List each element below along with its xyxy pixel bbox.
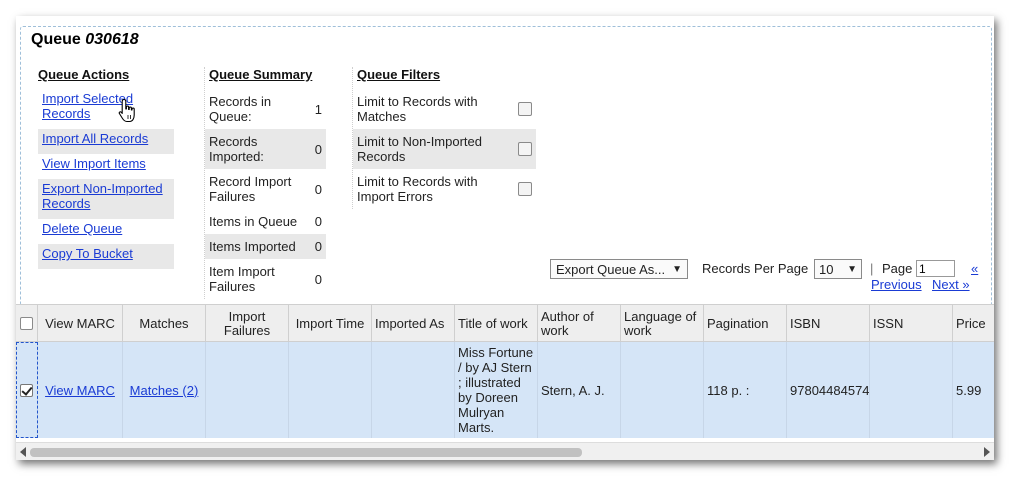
pagination-cell: 118 p. :	[704, 342, 787, 438]
column-header[interactable]: ISSN	[870, 305, 953, 342]
next-page-link[interactable]: Next »	[932, 277, 970, 292]
queue-summary-heading: Queue Summary	[209, 67, 313, 82]
summary-row: Records in Queue: 1	[205, 89, 326, 129]
horizontal-scrollbar[interactable]	[16, 442, 994, 460]
author-cell: Stern, A. J.	[538, 342, 621, 438]
filter-label: Limit to Records with Matches	[357, 94, 478, 124]
column-header[interactable]: Import Time	[289, 305, 372, 342]
summary-value: 0	[314, 141, 322, 157]
filter-label: Limit to Records with Import Errors	[357, 174, 478, 204]
export-queue-select[interactable]: Export Queue As... ▼	[550, 259, 688, 279]
hand-cursor-icon	[118, 98, 135, 123]
filter-non-imported-checkbox[interactable]	[518, 142, 532, 156]
chevron-down-icon: ▼	[847, 263, 857, 275]
import-failures-cell	[206, 342, 289, 438]
import-time-cell	[289, 342, 372, 438]
column-header[interactable]: Author of work	[538, 305, 621, 342]
summary-row: Item Import Failures 0	[205, 259, 326, 299]
row-focus-outline	[16, 342, 38, 438]
column-header[interactable]: Title of work	[455, 305, 538, 342]
language-cell	[621, 342, 704, 438]
price-cell: 5.99	[956, 382, 982, 398]
summary-label: Record Import Failures	[209, 174, 292, 204]
column-header[interactable]: Imported As	[372, 305, 455, 342]
grid-header: View MARC Matches Import Failures Import…	[16, 304, 994, 342]
summary-value: 0	[314, 181, 322, 197]
summary-value: 1	[314, 101, 322, 117]
separator: |	[870, 261, 874, 276]
summary-row: Records Imported: 0	[205, 129, 326, 169]
first-page-link[interactable]: «	[971, 261, 978, 276]
queue-actions-heading: Queue Actions	[38, 67, 130, 82]
summary-value: 0	[314, 239, 322, 254]
summary-value: 0	[314, 214, 322, 229]
import-all-link[interactable]: Import All Records	[38, 129, 174, 154]
title-cell: Miss Fortune / by AJ Stern ; illustrated…	[455, 342, 538, 438]
column-header[interactable]: ISBN	[787, 305, 870, 342]
column-header[interactable]: Matches	[123, 305, 206, 342]
column-header[interactable]: Language of work	[621, 305, 704, 342]
filter-row: Limit to Non-Imported Records	[353, 129, 536, 169]
summary-row: Items in Queue 0	[205, 209, 326, 234]
select-all-checkbox[interactable]	[20, 317, 33, 330]
column-header[interactable]: Price	[953, 305, 994, 342]
title-prefix: Queue	[31, 31, 81, 48]
queue-window: Queue 030618 Queue Actions Import Select…	[16, 16, 994, 460]
column-header[interactable]: View MARC	[38, 305, 123, 342]
scrollbar-thumb[interactable]	[30, 448, 582, 457]
queue-name: 030618	[85, 31, 139, 48]
summary-value: 0	[314, 271, 322, 287]
filter-label: Limit to Non-Imported Records	[357, 134, 482, 164]
page-label: Page	[882, 261, 913, 276]
scroll-right-icon[interactable]	[984, 447, 990, 457]
queue-filters-heading: Queue Filters	[357, 67, 441, 82]
summary-label: Items in Queue	[209, 214, 298, 229]
queue-actions: Queue Actions Import Selected Records Im…	[38, 67, 178, 269]
issn-cell	[870, 342, 953, 438]
table-row[interactable]: View MARC Matches (2) Miss Fortune / by …	[16, 342, 994, 438]
matches-cell: Matches (2)	[123, 342, 206, 438]
chevron-down-icon: ▼	[672, 263, 682, 275]
matches-link[interactable]: Matches (2)	[130, 383, 199, 398]
summary-label: Records in Queue:	[209, 94, 272, 124]
view-marc-link[interactable]: View MARC	[45, 383, 115, 398]
records-per-page-select[interactable]: 10 ▼	[814, 259, 862, 279]
copy-to-bucket-link[interactable]: Copy To Bucket	[38, 244, 174, 269]
imported-as-cell	[372, 342, 455, 438]
export-queue-label: Export Queue As...	[556, 261, 666, 277]
records-per-page-label: Records Per Page	[702, 261, 809, 276]
summary-label: Items Imported	[209, 239, 296, 254]
filter-matches-checkbox[interactable]	[518, 102, 532, 116]
scroll-left-icon[interactable]	[20, 447, 26, 457]
summary-row: Record Import Failures 0	[205, 169, 326, 209]
queue-filters: Queue Filters Limit to Records with Matc…	[352, 67, 536, 209]
select-all-cell	[16, 305, 38, 342]
summary-label: Item Import Failures	[209, 264, 275, 294]
view-marc-cell: View MARC	[38, 342, 123, 438]
export-non-imported-link[interactable]: Export Non-Imported Records	[38, 179, 174, 219]
page-title: Queue 030618	[29, 31, 141, 49]
column-header[interactable]: Import Failures	[206, 305, 289, 342]
filter-row: Limit to Records with Matches	[353, 89, 536, 129]
column-header[interactable]: Pagination	[704, 305, 787, 342]
delete-queue-link[interactable]: Delete Queue	[38, 219, 174, 244]
queue-summary: Queue Summary Records in Queue: 1 Record…	[204, 67, 326, 299]
records-per-page-value: 10	[819, 261, 834, 277]
page-number-input[interactable]	[916, 260, 955, 277]
summary-label: Records Imported:	[209, 134, 264, 164]
isbn-cell: 97804484574	[787, 342, 870, 438]
filter-row: Limit to Records with Import Errors	[353, 169, 536, 209]
view-import-items-link[interactable]: View Import Items	[38, 154, 174, 179]
filter-errors-checkbox[interactable]	[518, 182, 532, 196]
summary-row: Items Imported 0	[205, 234, 326, 259]
previous-page-link[interactable]: Previous	[871, 277, 922, 292]
